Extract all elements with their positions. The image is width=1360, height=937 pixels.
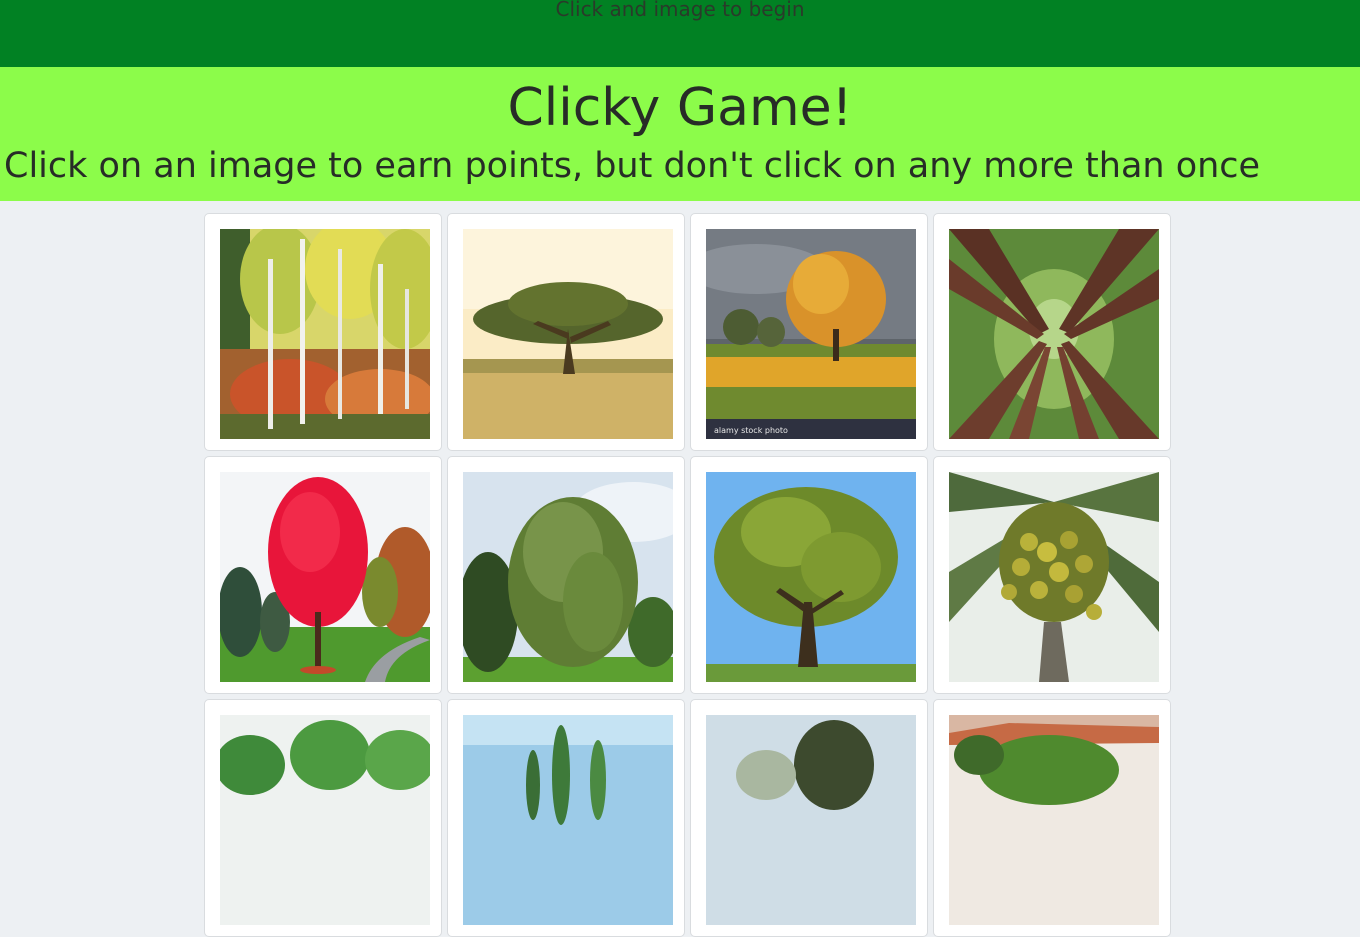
image-card-cypress-trees[interactable] <box>447 699 685 937</box>
tree-image-birch-forest[interactable] <box>220 229 430 439</box>
image-card-redwood-canopy[interactable] <box>933 213 1171 451</box>
tree-image-dark-tree[interactable] <box>706 715 916 925</box>
navbar: Click and image to begin <box>0 0 1360 67</box>
tree-image-oak-tree[interactable] <box>706 472 916 682</box>
page-subtitle: Click on an image to earn points, but do… <box>4 146 1261 186</box>
image-card-dark-tree[interactable] <box>690 699 928 937</box>
tree-image-cypress-trees[interactable] <box>463 715 673 925</box>
watermark-text: alamy stock photo <box>714 426 788 435</box>
image-card-red-maple[interactable] <box>204 456 442 694</box>
tree-image-orange-autumn-tree[interactable]: alamy stock photo <box>706 229 916 439</box>
image-card-banana-plants[interactable] <box>204 699 442 937</box>
tree-image-acacia-savanna[interactable] <box>463 229 673 439</box>
tree-image-banana-plants[interactable] <box>220 715 430 925</box>
tree-image-coconut-palm[interactable] <box>949 472 1159 682</box>
tree-image-weeping-willow[interactable] <box>463 472 673 682</box>
image-card-orange-autumn-tree[interactable]: alamy stock photo <box>690 213 928 451</box>
jumbotron: Clicky Game! Click on an image to earn p… <box>0 67 1360 201</box>
image-card-coconut-palm[interactable] <box>933 456 1171 694</box>
image-card-weeping-willow[interactable] <box>447 456 685 694</box>
tree-image-redwood-canopy[interactable] <box>949 229 1159 439</box>
image-card-potted-palm[interactable] <box>933 699 1171 937</box>
status-message: Click and image to begin <box>555 0 805 21</box>
tree-image-potted-palm[interactable] <box>949 715 1159 925</box>
image-card-oak-tree[interactable] <box>690 456 928 694</box>
image-card-birch-forest[interactable] <box>204 213 442 451</box>
tree-image-red-maple[interactable] <box>220 472 430 682</box>
page-title: Clicky Game! <box>507 78 853 138</box>
image-card-acacia-savanna[interactable] <box>447 213 685 451</box>
